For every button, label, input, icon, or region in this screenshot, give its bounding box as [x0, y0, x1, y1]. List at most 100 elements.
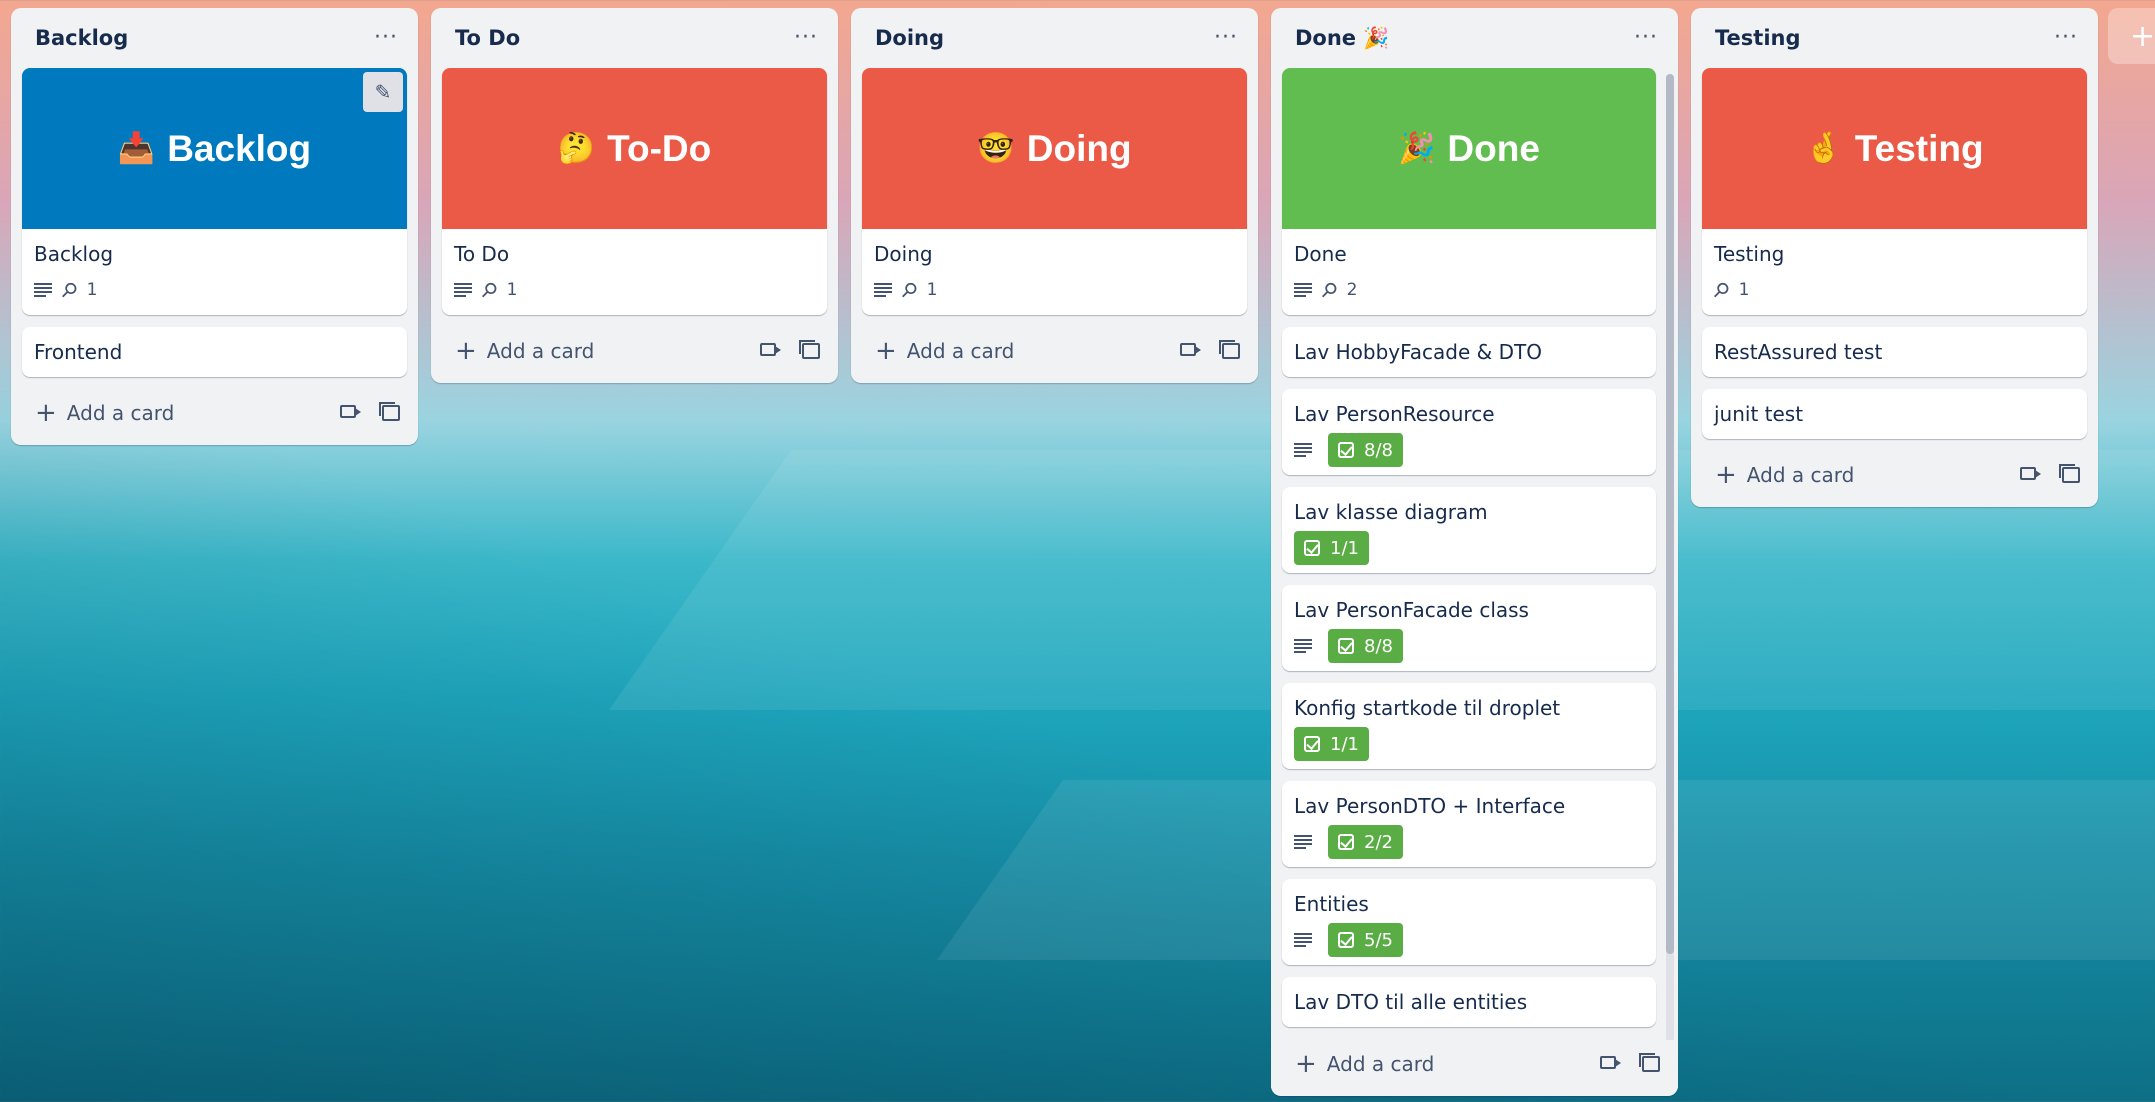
edit-card-button[interactable]: ✎: [363, 72, 403, 112]
checklist-badge: 1/1: [1294, 727, 1369, 761]
card-title: Lav HobbyFacade & DTO: [1294, 340, 1542, 364]
create-from-template-icon[interactable]: [2059, 464, 2080, 483]
list-title[interactable]: To Do: [455, 26, 520, 50]
add-card-button[interactable]: + Add a card: [455, 336, 594, 366]
cover-text: Doing: [1026, 127, 1132, 169]
plus-icon: +: [455, 336, 477, 366]
card[interactable]: Lav PersonResource 8/8: [1282, 389, 1656, 475]
party-popper-icon: 🎉: [1398, 132, 1436, 165]
cover-text: Testing: [1854, 127, 1984, 169]
card[interactable]: Entities 5/5: [1282, 879, 1656, 965]
description-icon: [34, 283, 52, 297]
attachment-count: 1: [1738, 280, 1750, 300]
create-from-template-icon[interactable]: [379, 402, 400, 421]
add-card-button[interactable]: + Add a card: [1715, 460, 1854, 490]
card-title: Lav PersonDTO + Interface: [1294, 794, 1566, 818]
description-icon: [1294, 933, 1312, 947]
card-cover-testing[interactable]: 🤞 Testing Testing ⚲ 1: [1702, 68, 2087, 315]
checklist-badge: 8/8: [1328, 433, 1403, 467]
card[interactable]: junit test: [1702, 389, 2087, 439]
list-title[interactable]: Done 🎉: [1295, 26, 1390, 51]
checkbox-icon: [1338, 442, 1354, 458]
card[interactable]: Lav PersonDTO + Interface 2/2: [1282, 781, 1656, 867]
card[interactable]: Lav DTO til alle entities: [1282, 977, 1656, 1027]
list-done: Done 🎉 ··· 🎉 Done Done ⚲ 2 Lav HobbyFaca…: [1271, 8, 1678, 1096]
card-cover-done[interactable]: 🎉 Done Done ⚲ 2: [1282, 68, 1656, 315]
list-header: Doing ···: [851, 8, 1258, 68]
card[interactable]: Lav klasse diagram 1/1: [1282, 487, 1656, 573]
card-title: Entities: [1294, 892, 1369, 916]
list-testing: Testing ··· 🤞 Testing Testing ⚲ 1 RestAs…: [1691, 8, 2098, 507]
record-video-icon[interactable]: [1600, 1056, 1621, 1069]
card-title: Lav klasse diagram: [1294, 500, 1488, 524]
card-title: Testing: [1714, 242, 1785, 266]
list-title[interactable]: Backlog: [35, 26, 128, 50]
list-menu-button[interactable]: ···: [366, 27, 406, 49]
plus-icon: +: [875, 336, 897, 366]
card[interactable]: RestAssured test: [1702, 327, 2087, 377]
card[interactable]: Lav HobbyFacade & DTO: [1282, 327, 1656, 377]
add-card-button[interactable]: + Add a card: [875, 336, 1014, 366]
card-title: Done: [1294, 242, 1347, 266]
record-video-icon[interactable]: [1180, 343, 1201, 356]
create-from-template-icon[interactable]: [1219, 340, 1240, 359]
list-header: Done 🎉 ···: [1271, 8, 1678, 68]
list-menu-button[interactable]: ···: [1206, 27, 1246, 49]
record-video-icon[interactable]: [2020, 467, 2041, 480]
checklist-badge: 1/1: [1294, 531, 1369, 565]
checkbox-icon: [1338, 932, 1354, 948]
add-card-button[interactable]: + Add a card: [1295, 1049, 1434, 1079]
card-title: Frontend: [34, 340, 123, 364]
card-cover-to-do[interactable]: 🤔 To-Do To Do ⚲ 1: [442, 68, 827, 315]
checkbox-icon: [1304, 540, 1320, 556]
list-doing: Doing ··· 🤓 Doing Doing ⚲ 1 + Add a card: [851, 8, 1258, 383]
card-cover: 🤔 To-Do: [442, 68, 827, 229]
attachment-count: 1: [86, 280, 98, 300]
add-card-label: Add a card: [906, 339, 1015, 363]
list-menu-button[interactable]: ···: [786, 27, 826, 49]
card-title: junit test: [1714, 402, 1804, 426]
list-backlog: Backlog ··· 📥 Backlog ✎ Backlog ⚲ 1 Fron…: [11, 8, 418, 445]
attachment-icon: ⚲: [55, 276, 83, 304]
checklist-badge: 2/2: [1328, 825, 1403, 859]
list-header: Backlog ···: [11, 8, 418, 68]
create-from-template-icon[interactable]: [799, 340, 820, 359]
card[interactable]: Konfig startkode til droplet 1/1: [1282, 683, 1656, 769]
create-from-template-icon[interactable]: [1639, 1053, 1660, 1072]
add-card-label: Add a card: [486, 339, 595, 363]
description-icon: [1294, 283, 1312, 297]
list-header: To Do ···: [431, 8, 838, 68]
list-to-do: To Do ··· 🤔 To-Do To Do ⚲ 1 + Add a card: [431, 8, 838, 383]
checklist-count: 2/2: [1364, 831, 1393, 853]
cover-text: To-Do: [607, 127, 712, 169]
card[interactable]: Lav PersonFacade class 8/8: [1282, 585, 1656, 671]
description-icon: [454, 283, 472, 297]
plus-icon: +: [2130, 18, 2155, 54]
cover-text: Backlog: [167, 127, 312, 169]
list-title[interactable]: Testing: [1715, 26, 1801, 50]
add-card-label: Add a card: [1326, 1052, 1435, 1076]
inbox-tray-icon: 📥: [117, 132, 156, 165]
list-menu-button[interactable]: ···: [2046, 27, 2086, 49]
card-title: Lav PersonFacade class: [1294, 598, 1529, 622]
record-video-icon[interactable]: [340, 405, 361, 418]
attachment-icon: ⚲: [895, 276, 923, 304]
record-video-icon[interactable]: [760, 343, 781, 356]
card-cover-backlog[interactable]: 📥 Backlog ✎ Backlog ⚲ 1: [22, 68, 407, 315]
attachment-icon: ⚲: [1315, 276, 1343, 304]
description-icon: [1294, 639, 1312, 653]
card[interactable]: Frontend: [22, 327, 407, 377]
list-title[interactable]: Doing: [875, 26, 944, 50]
card-cover-doing[interactable]: 🤓 Doing Doing ⚲ 1: [862, 68, 1247, 315]
add-list-button[interactable]: +: [2108, 8, 2155, 64]
thinking-face-icon: 🤔: [557, 132, 596, 165]
list-menu-button[interactable]: ···: [1626, 27, 1666, 49]
add-card-button[interactable]: + Add a card: [35, 398, 174, 428]
card-title: Lav PersonResource: [1294, 402, 1495, 426]
description-icon: [1294, 443, 1312, 457]
plus-icon: +: [1715, 460, 1737, 490]
attachment-count: 2: [1346, 280, 1358, 300]
add-card-label: Add a card: [66, 401, 175, 425]
description-icon: [874, 283, 892, 297]
crossed-fingers-icon: 🤞: [1805, 132, 1843, 165]
